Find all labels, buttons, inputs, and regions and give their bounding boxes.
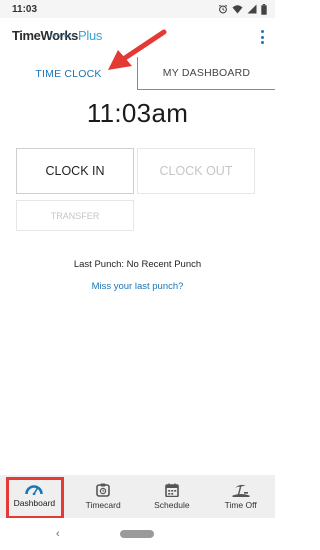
clock-in-button[interactable]: CLOCK IN <box>16 148 134 194</box>
beach-icon <box>232 483 250 500</box>
nav-time-off-label: Time Off <box>224 500 257 510</box>
tab-time-clock[interactable]: TIME CLOCK <box>0 57 137 90</box>
tab-bar: TIME CLOCK MY DASHBOARD <box>0 57 275 90</box>
nav-schedule[interactable]: Schedule <box>138 475 207 518</box>
transfer-button[interactable]: TRANSFER <box>16 200 134 231</box>
nav-schedule-label: Schedule <box>154 500 190 510</box>
status-icons <box>218 3 267 15</box>
back-icon[interactable]: ‹ <box>56 528 60 540</box>
last-punch-text: Last Punch: No Recent Punch <box>73 259 202 270</box>
tab-my-dashboard[interactable]: MY DASHBOARD <box>137 57 275 90</box>
system-nav-bar: ‹ <box>0 518 275 550</box>
nav-timecard[interactable]: Timecard <box>69 475 138 518</box>
clock-out-button[interactable]: CLOCK OUT <box>137 148 255 194</box>
status-bar: 11:03 <box>0 0 275 18</box>
tab-time-clock-label: TIME CLOCK <box>35 67 102 80</box>
app-bar: TimeWorks Plus EMPLOYEE <box>0 18 275 56</box>
kebab-menu-icon[interactable] <box>259 30 265 44</box>
nav-timecard-label: Timecard <box>85 500 121 510</box>
status-time: 11:03 <box>12 3 38 15</box>
battery-icon <box>261 3 267 15</box>
signal-icon <box>247 4 257 14</box>
nav-dashboard-label: Dashboard <box>13 498 56 508</box>
missed-punch-link[interactable]: Miss your last punch? <box>0 281 275 292</box>
tab-my-dashboard-label: MY DASHBOARD <box>162 67 251 79</box>
nav-dashboard[interactable]: Dashboard <box>0 475 69 518</box>
home-pill[interactable] <box>120 530 154 538</box>
nav-time-off[interactable]: Time Off <box>206 475 275 518</box>
wifi-icon <box>232 4 243 14</box>
current-time: 11:03am <box>86 98 189 128</box>
timecard-icon <box>96 483 110 500</box>
logo-plus-text: Plus <box>78 28 103 43</box>
dashboard-gauge-icon <box>25 483 44 498</box>
alarm-icon <box>218 4 228 14</box>
bottom-nav: Dashboard Timecard Schedule Time Off <box>0 475 275 518</box>
logo-subtitle: EMPLOYEE <box>50 33 75 38</box>
calendar-icon <box>165 483 179 500</box>
